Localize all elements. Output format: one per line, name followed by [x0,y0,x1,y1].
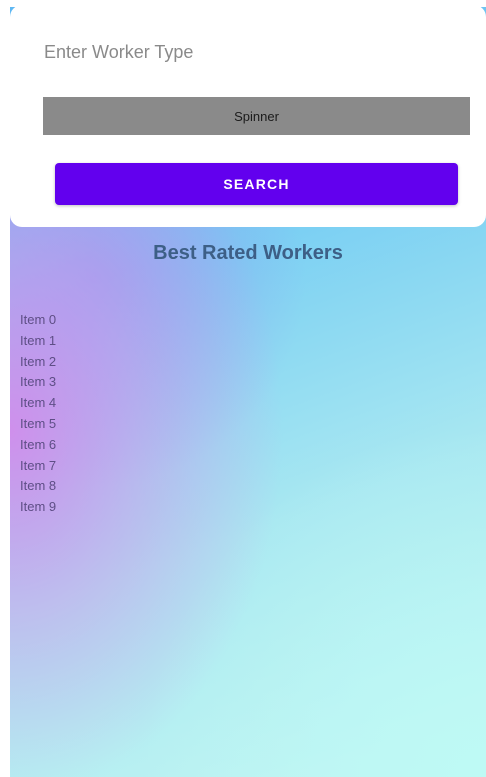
best-rated-workers-title: Best Rated Workers [153,242,343,264]
worker-type-input[interactable] [44,35,444,69]
search-card: Spinner SEARCH [10,5,486,227]
worker-list-item[interactable]: Item 3 [20,372,56,393]
worker-list-item[interactable]: Item 2 [20,352,56,373]
worker-list-item[interactable]: Item 1 [20,331,56,352]
worker-list-item[interactable]: Item 6 [20,435,56,456]
worker-list: Item 0 Item 1 Item 2 Item 3 Item 4 Item 5 Item… [20,310,56,518]
worker-type-spinner[interactable]: Spinner [43,97,470,135]
spinner-label: Spinner [234,108,279,124]
search-button[interactable]: SEARCH [55,163,458,205]
worker-list-item[interactable]: Item 9 [20,497,56,518]
worker-list-item[interactable]: Item 5 [20,414,56,435]
worker-list-item[interactable]: Item 8 [20,476,56,497]
worker-list-item[interactable]: Item 7 [20,456,56,477]
worker-list-item[interactable]: Item 0 [20,310,56,331]
worker-list-item[interactable]: Item 4 [20,393,56,414]
